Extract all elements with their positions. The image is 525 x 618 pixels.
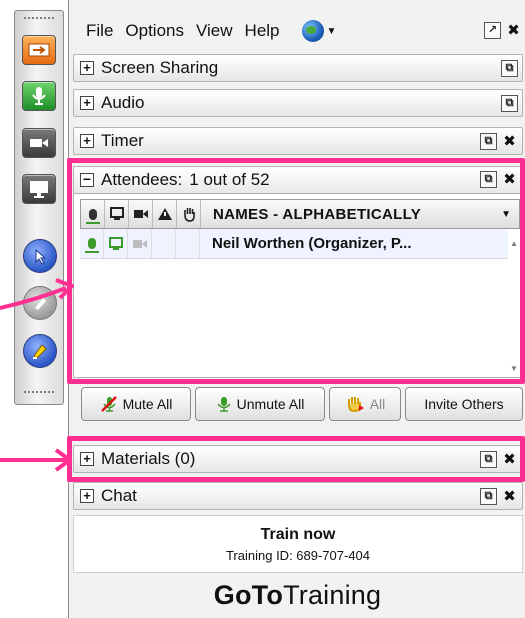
section-title: Chat	[101, 486, 137, 505]
webcam-button[interactable]	[22, 128, 56, 158]
section-chat[interactable]: + Chat ⧉ ✖	[73, 482, 523, 510]
chevron-down-icon[interactable]: ▼	[327, 26, 337, 37]
screen-share-button[interactable]	[22, 174, 56, 204]
toolbar-grip-bottom[interactable]	[24, 391, 54, 397]
pointer-arrow-icon	[0, 278, 74, 310]
hand-icon	[347, 397, 364, 413]
popout-icon[interactable]: ⧉	[480, 488, 497, 505]
section-title: Screen Sharing	[101, 58, 219, 77]
section-title: Audio	[101, 93, 145, 112]
section-timer[interactable]: + Timer ⧉ ✖	[73, 127, 523, 155]
menubar: File Options View Help ▼ ↗ ✖	[69, 16, 525, 46]
invite-others-label: Invite Others	[424, 396, 504, 412]
menu-help[interactable]: Help	[245, 21, 280, 41]
section-title: Timer	[101, 131, 144, 150]
all-label: All	[369, 396, 386, 412]
menu-options[interactable]: Options	[125, 21, 184, 41]
popout-icon[interactable]: ⧉	[501, 60, 518, 77]
section-audio[interactable]: + Audio ⧉	[73, 89, 523, 117]
brand-regular: Training	[283, 580, 382, 610]
menu-view[interactable]: View	[196, 21, 233, 41]
highlighter-icon	[33, 344, 47, 359]
pointer-arrow-icon	[0, 448, 72, 472]
materials-highlight-box	[67, 436, 525, 482]
popout-icon[interactable]: ⧉	[480, 133, 497, 150]
unmute-all-label: Unmute All	[236, 396, 305, 412]
train-now-title: Train now	[260, 526, 336, 543]
brand-bold: GoTo	[213, 580, 284, 610]
expand-icon[interactable]: +	[80, 61, 94, 75]
close-icon[interactable]: ✖	[501, 133, 518, 150]
muted-mic-icon	[100, 396, 117, 412]
section-screen-sharing[interactable]: + Screen Sharing ⧉	[73, 54, 523, 82]
menu-file[interactable]: File	[86, 21, 113, 41]
brand-logo: GoToTraining	[69, 580, 525, 611]
highlighter-tool-button[interactable]	[23, 334, 57, 368]
camera-icon	[30, 139, 48, 147]
expand-icon[interactable]: +	[80, 489, 94, 503]
training-id: Training ID: 689-707-404	[225, 548, 371, 563]
lower-hands-all-button[interactable]: All	[329, 387, 401, 421]
arrow-right-icon	[28, 43, 50, 57]
training-info: Train now Training ID: 689-707-404	[73, 515, 523, 573]
expand-icon[interactable]: +	[80, 96, 94, 110]
control-toolbar	[14, 10, 64, 405]
attendees-highlight-box	[67, 158, 525, 384]
mute-all-label: Mute All	[122, 396, 173, 412]
popout-icon[interactable]: ↗	[484, 22, 501, 39]
close-icon[interactable]: ✖	[505, 22, 522, 39]
window-controls: ↗ ✖	[484, 22, 522, 39]
close-icon[interactable]: ✖	[501, 488, 518, 505]
microphone-button[interactable]	[22, 81, 56, 111]
mute-all-button[interactable]: Mute All	[81, 387, 191, 421]
expand-icon[interactable]: +	[80, 134, 94, 148]
globe-icon[interactable]	[301, 20, 324, 42]
show-hide-panel-button[interactable]	[22, 35, 56, 65]
microphone-icon	[217, 397, 231, 412]
microphone-icon	[32, 87, 46, 105]
monitor-icon	[30, 181, 48, 198]
toolbar-grip-top[interactable]	[24, 17, 54, 23]
unmute-all-button[interactable]: Unmute All	[195, 387, 325, 421]
invite-others-button[interactable]: Invite Others	[405, 387, 523, 421]
popout-icon[interactable]: ⧉	[501, 95, 518, 112]
